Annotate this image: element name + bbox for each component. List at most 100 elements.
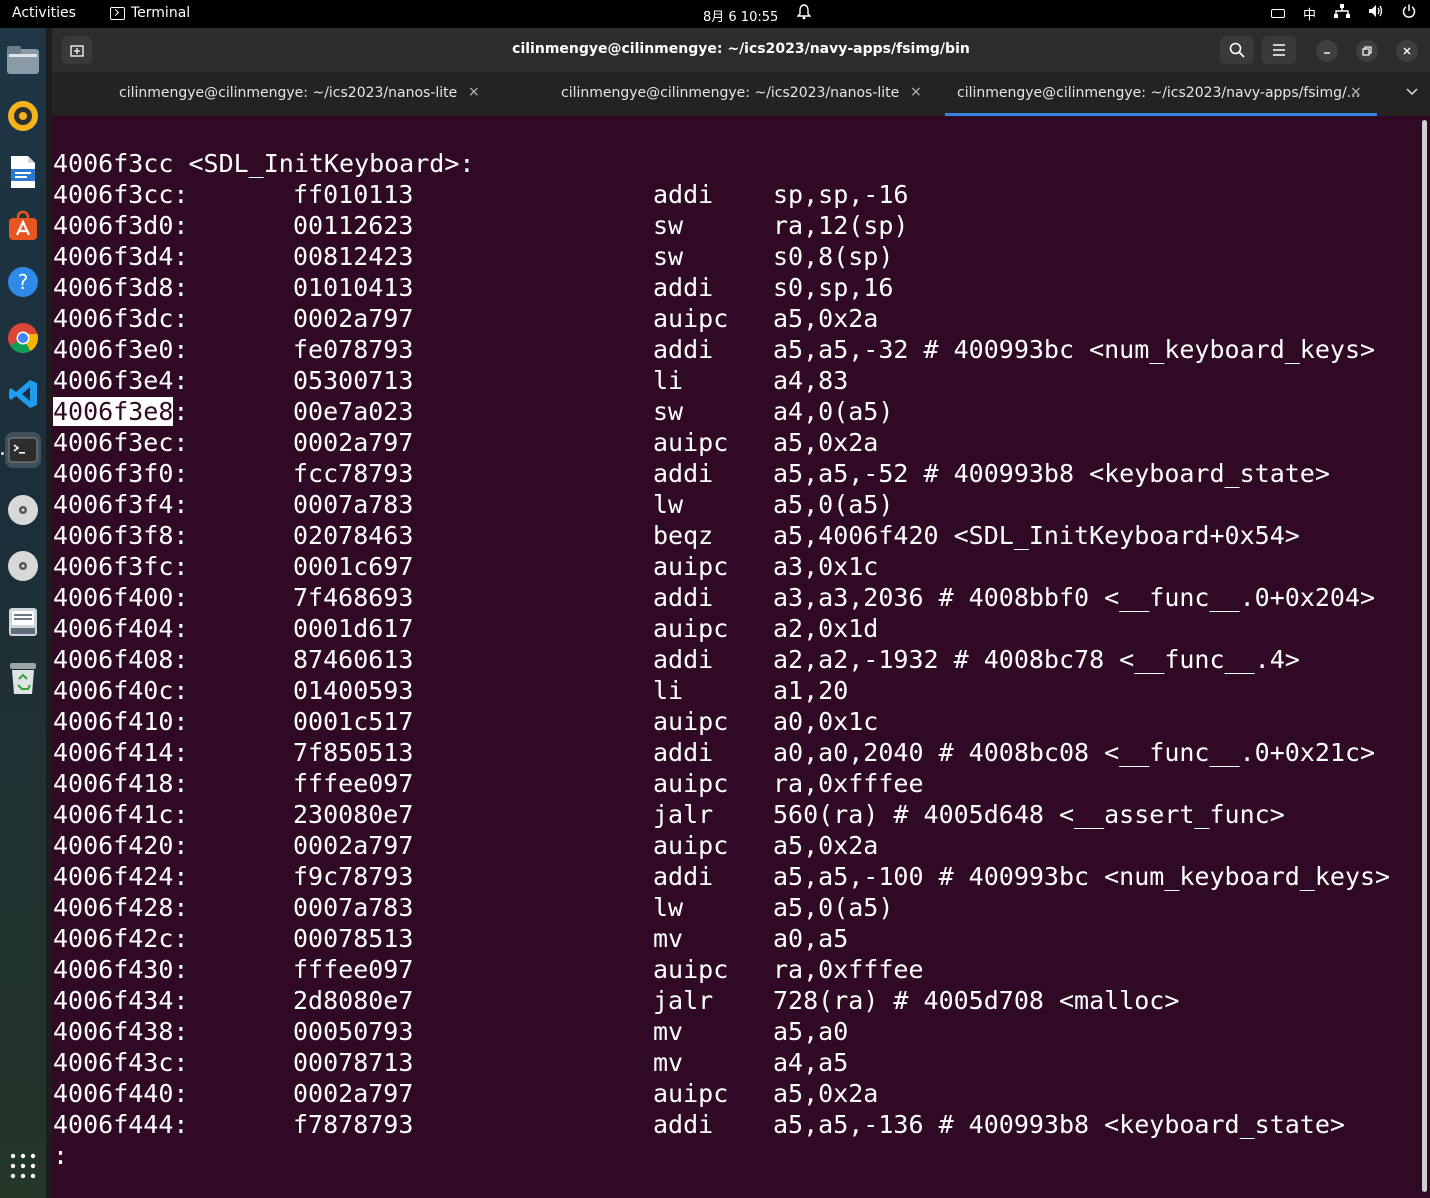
input-method-indicator[interactable]: 中 [1303, 4, 1316, 23]
instruction-hex: 7f468693 [293, 583, 414, 612]
power-icon[interactable] [1402, 4, 1416, 23]
instruction-mnemonic: auipc [653, 304, 729, 333]
instruction-address: 4006f41c: [53, 800, 189, 829]
app-menu[interactable]: Terminal [110, 5, 190, 21]
vscode-icon[interactable] [5, 376, 41, 412]
instruction-address: 4006f3f0: [53, 459, 189, 488]
tab-2[interactable]: cilinmengye@cilinmengye: ~/ics2023/nanos… [498, 72, 944, 116]
instruction-hex: 01010413 [293, 273, 414, 302]
instruction-address: 4006f3f8: [53, 521, 189, 550]
instruction-mnemonic: auipc [653, 1079, 729, 1108]
tab-close-icon[interactable]: × [468, 84, 480, 100]
instruction-operands: ra,12(sp) [773, 211, 909, 240]
instruction-hex: 01400593 [293, 676, 414, 705]
instruction-operands: a1,20 [773, 676, 849, 705]
disk-icon[interactable] [5, 604, 41, 640]
menu-button[interactable] [1262, 36, 1296, 64]
instruction-address: 4006f418: [53, 769, 189, 798]
instruction-operands: 728(ra) # 4005d708 <malloc> [773, 986, 1180, 1015]
instruction-hex: 0007a783 [293, 893, 414, 922]
selected-text: 4006f3e8 [53, 397, 174, 426]
instruction-mnemonic: addi [653, 273, 714, 302]
instruction-mnemonic: addi [653, 1110, 714, 1139]
terminal-icon [110, 6, 125, 20]
clock[interactable]: 8月 6 10:55 [703, 6, 778, 25]
instruction-address: 4006f3d8: [53, 273, 189, 302]
keyboard-icon[interactable] [1270, 9, 1285, 18]
software-icon[interactable] [5, 208, 41, 244]
instruction-address: 4006f3e8: [53, 396, 188, 427]
minimize-button[interactable] [1316, 40, 1338, 62]
search-icon [1229, 42, 1245, 58]
rhythmbox-icon[interactable] [5, 98, 41, 134]
instruction-hex: fffee097 [293, 769, 414, 798]
instruction-hex: 02078463 [293, 521, 414, 550]
tab-close-icon[interactable]: × [910, 84, 922, 100]
instruction-mnemonic: auipc [653, 707, 729, 736]
instruction-operands: a5,a5,-136 # 400993b8 <keyboard_state> [773, 1110, 1345, 1139]
maximize-button[interactable] [1356, 40, 1378, 62]
instruction-mnemonic: lw [653, 490, 684, 519]
instruction-hex: 00112623 [293, 211, 414, 240]
instruction-hex: 0001d617 [293, 614, 414, 643]
instruction-address: 4006f43c: [53, 1048, 189, 1077]
network-icon[interactable] [1334, 4, 1350, 23]
volume-icon[interactable] [1368, 4, 1384, 23]
instruction-hex: fffee097 [293, 955, 414, 984]
terminal-icon[interactable] [5, 432, 41, 468]
disc-icon[interactable] [5, 548, 41, 584]
running-indicator [1, 452, 4, 455]
tab-close-icon[interactable]: × [1350, 84, 1362, 100]
activities-button[interactable]: Activities [12, 5, 76, 21]
instruction-hex: 0001c517 [293, 707, 414, 736]
tab-overflow-chevron-down-icon[interactable] [1406, 84, 1418, 100]
tab-1[interactable]: cilinmengye@cilinmengye: ~/ics2023/nanos… [52, 72, 498, 116]
close-icon [1403, 47, 1411, 55]
instruction-mnemonic: sw [653, 211, 684, 240]
instruction-address: 4006f438: [53, 1017, 189, 1046]
instruction-mnemonic: addi [653, 180, 714, 209]
instruction-operands: a2,0x1d [773, 614, 879, 643]
instruction-hex: 0001c697 [293, 552, 414, 581]
terminal-output[interactable]: 4006f3cc <SDL_InitKeyboard>: 4006f3cc: ff… [52, 116, 1430, 1198]
instruction-operands: a3,0x1c [773, 552, 879, 581]
scrollbar[interactable] [1422, 120, 1427, 1192]
instruction-hex: 05300713 [293, 366, 414, 395]
window-header: cilinmengye@cilinmengye: ~/ics2023/navy-… [52, 28, 1430, 72]
apps-grid-icon[interactable] [5, 1148, 41, 1184]
help-icon[interactable]: ? [5, 264, 41, 300]
instruction-address: 4006f444: [53, 1110, 189, 1139]
instruction-mnemonic: lw [653, 893, 684, 922]
close-button[interactable] [1396, 40, 1418, 62]
pager-prompt[interactable]: : [53, 1140, 68, 1171]
trash-icon[interactable] [5, 660, 41, 696]
instruction-operands: a5,0x2a [773, 1079, 879, 1108]
bell-icon[interactable] [796, 4, 812, 24]
instruction-mnemonic: addi [653, 862, 714, 891]
files-icon[interactable] [5, 42, 41, 78]
instruction-mnemonic: mv [653, 1048, 684, 1077]
instruction-hex: f7878793 [293, 1110, 414, 1139]
instruction-hex: 00078713 [293, 1048, 414, 1077]
instruction-operands: a0,a5 [773, 924, 849, 953]
tab-3[interactable]: cilinmengye@cilinmengye: ~/ics2023/navy-… [945, 72, 1377, 116]
instruction-operands: a5,0(a5) [773, 490, 894, 519]
instruction-address: 4006f3cc: [53, 180, 189, 209]
instruction-address: 4006f3fc: [53, 552, 189, 581]
instruction-operands: a5,0(a5) [773, 893, 894, 922]
instruction-hex: fe078793 [293, 335, 414, 364]
instruction-mnemonic: li [653, 676, 684, 705]
chrome-icon[interactable] [5, 320, 41, 356]
function-header: 4006f3cc <SDL_InitKeyboard>: [53, 149, 475, 178]
instruction-address: 4006f3f4: [53, 490, 189, 519]
search-button[interactable] [1220, 36, 1254, 64]
disc-icon[interactable] [5, 492, 41, 528]
instruction-hex: ff010113 [293, 180, 414, 209]
writer-icon[interactable] [5, 154, 41, 190]
instruction-operands: a5,a5,-100 # 400993bc <num_keyboard_keys… [773, 862, 1391, 891]
instruction-operands: sp,sp,-16 [773, 180, 909, 209]
instruction-address: 4006f40c: [53, 676, 189, 705]
instruction-hex: fcc78793 [293, 459, 414, 488]
instruction-address: 4006f404: [53, 614, 189, 643]
system-tray[interactable]: 中 [1270, 4, 1416, 23]
